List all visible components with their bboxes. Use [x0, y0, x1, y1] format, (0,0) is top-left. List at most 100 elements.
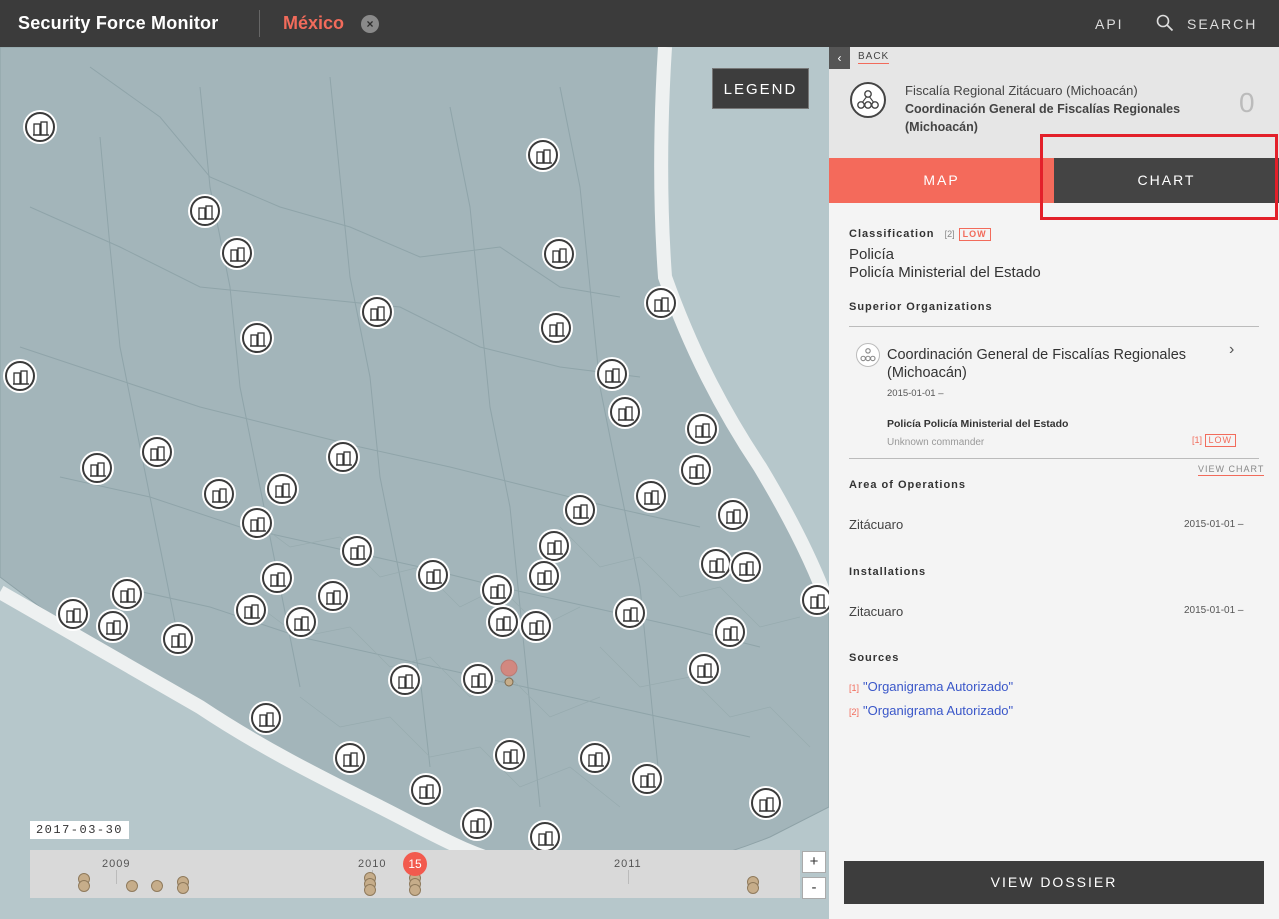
back-link[interactable]: BACK [858, 51, 890, 64]
search-link[interactable]: SEARCH [1187, 16, 1257, 32]
map-marker[interactable] [636, 481, 666, 511]
api-link[interactable]: API [1095, 16, 1124, 32]
map-marker[interactable] [565, 495, 595, 525]
map-marker[interactable] [802, 585, 829, 615]
map-view[interactable]: LEGEND 2017-03-30 2009 2010 2011 15 + - [0, 47, 829, 919]
timeline-event[interactable] [151, 880, 163, 892]
map-marker[interactable] [204, 479, 234, 509]
map-marker[interactable] [112, 579, 142, 609]
source-link[interactable]: "Organigrama Autorizado" [863, 679, 1013, 694]
map-marker[interactable] [418, 560, 448, 590]
legend-button[interactable]: LEGEND [712, 68, 809, 109]
map-marker[interactable] [163, 624, 193, 654]
map-marker[interactable] [632, 764, 662, 794]
superior-ref[interactable]: [1] [1192, 435, 1202, 445]
source-ref: [1] [849, 683, 860, 693]
view-dossier-button[interactable]: VIEW DOSSIER [844, 861, 1264, 904]
map-marker[interactable] [687, 414, 717, 444]
map-marker[interactable] [482, 575, 512, 605]
map-marker[interactable] [529, 561, 559, 591]
view-chart-link[interactable]: VIEW CHART [1198, 464, 1265, 476]
building-marker-icon [536, 149, 552, 164]
source-ref: [2] [849, 707, 860, 717]
country-filter[interactable]: México [283, 13, 344, 34]
source-item[interactable]: [1] "Organigrama Autorizado" [849, 679, 1013, 694]
source-item[interactable]: [2] "Organigrama Autorizado" [849, 703, 1013, 718]
map-marker[interactable] [751, 788, 781, 818]
map-marker[interactable] [82, 453, 112, 483]
map-marker[interactable] [701, 549, 731, 579]
map-marker[interactable] [530, 822, 560, 852]
timeline-active-count[interactable]: 15 [403, 852, 427, 876]
map-marker[interactable] [286, 607, 316, 637]
building-marker-icon [250, 517, 266, 532]
map-marker[interactable] [190, 196, 220, 226]
map-marker[interactable] [267, 474, 297, 504]
timeline-event[interactable] [78, 880, 90, 892]
superior-organization-link[interactable]: Coordinación General de Fiscalías Region… [887, 346, 1217, 382]
map-marker[interactable] [335, 743, 365, 773]
map-marker[interactable] [544, 239, 574, 269]
map-marker[interactable] [541, 313, 571, 343]
map-marker[interactable] [236, 595, 266, 625]
building-marker-icon [198, 205, 214, 220]
building-marker-icon [644, 490, 660, 505]
map-marker[interactable] [5, 361, 35, 391]
map-marker[interactable] [318, 581, 348, 611]
map-marker[interactable] [488, 607, 518, 637]
map-marker[interactable] [242, 323, 272, 353]
back-chevron-icon[interactable]: ‹ [829, 47, 850, 69]
map-marker[interactable] [142, 437, 172, 467]
map-marker[interactable] [718, 500, 748, 530]
map-marker[interactable] [362, 297, 392, 327]
map-marker[interactable] [342, 536, 372, 566]
map-marker[interactable] [411, 775, 441, 805]
timeline-tick [628, 870, 629, 884]
source-link[interactable]: "Organigrama Autorizado" [863, 703, 1013, 718]
divider [259, 10, 260, 37]
brand-title[interactable]: Security Force Monitor [18, 13, 218, 34]
timeline-event[interactable] [364, 884, 376, 896]
map-marker[interactable] [462, 809, 492, 839]
map-marker[interactable] [495, 740, 525, 770]
timeline-event[interactable] [409, 884, 421, 896]
classification-ref[interactable]: [2] [945, 229, 955, 239]
map-marker[interactable] [689, 654, 719, 684]
map-marker[interactable] [242, 508, 272, 538]
building-marker-icon [654, 297, 670, 312]
map-marker[interactable] [328, 442, 358, 472]
map-marker[interactable] [646, 288, 676, 318]
map-marker[interactable] [610, 397, 640, 427]
building-marker-icon [343, 752, 359, 767]
map-marker[interactable] [597, 359, 627, 389]
map-marker[interactable] [25, 112, 55, 142]
map-marker[interactable] [222, 238, 252, 268]
map-marker[interactable] [262, 563, 292, 593]
map-marker[interactable] [58, 599, 88, 629]
timeline-zoom-in-button[interactable]: + [802, 851, 826, 873]
map-marker[interactable] [390, 665, 420, 695]
map-marker[interactable] [615, 598, 645, 628]
timeline[interactable]: 2009 2010 2011 15 [30, 850, 800, 898]
map-marker[interactable] [580, 743, 610, 773]
selected-location-pin[interactable] [498, 658, 520, 688]
search-icon[interactable] [1156, 14, 1174, 32]
close-icon[interactable]: × [361, 15, 379, 33]
map-marker[interactable] [98, 611, 128, 641]
tab-map[interactable]: MAP [829, 158, 1054, 203]
timeline-event[interactable] [126, 880, 138, 892]
map-marker[interactable] [539, 531, 569, 561]
map-marker[interactable] [715, 617, 745, 647]
chevron-right-icon[interactable]: › [1229, 341, 1234, 359]
map-marker[interactable] [521, 611, 551, 641]
timeline-event[interactable] [177, 882, 189, 894]
map-marker[interactable] [463, 664, 493, 694]
map-marker[interactable] [528, 140, 558, 170]
map-marker[interactable] [251, 703, 281, 733]
map-marker[interactable] [731, 552, 761, 582]
timeline-zoom-out-button[interactable]: - [802, 877, 826, 899]
map-marker[interactable] [681, 455, 711, 485]
building-marker-icon [588, 752, 604, 767]
timeline-year: 2009 [102, 858, 131, 870]
timeline-event[interactable] [747, 882, 759, 894]
